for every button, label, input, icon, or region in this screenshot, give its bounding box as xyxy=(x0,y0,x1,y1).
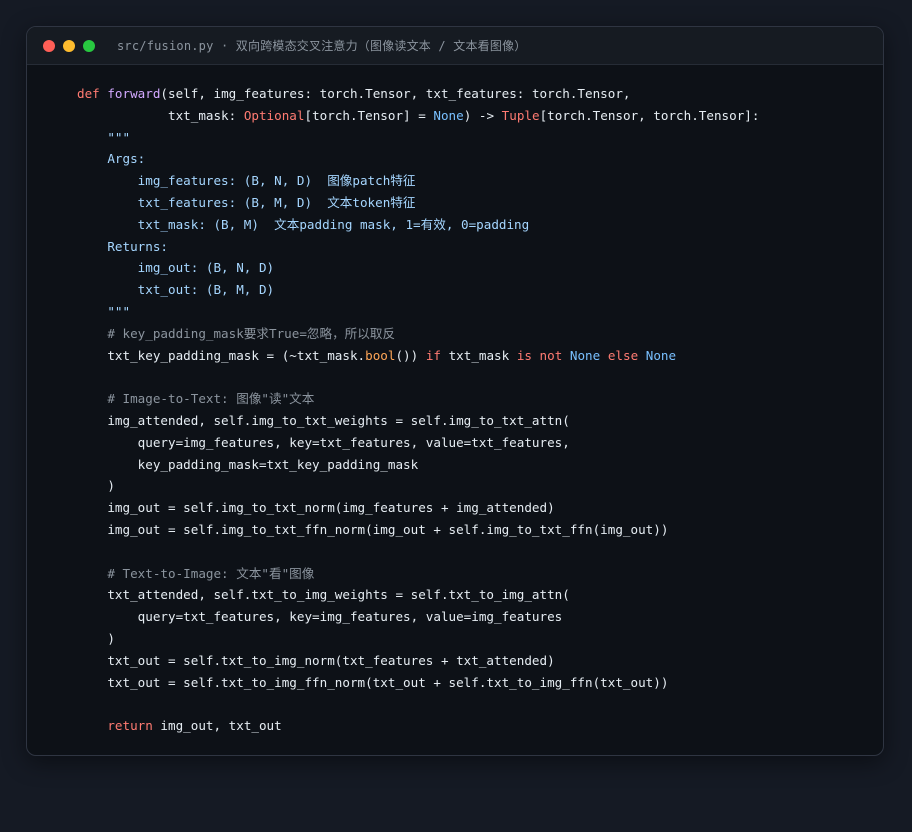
code-window: src/fusion.py · 双向跨模态交叉注意力（图像读文本 / 文本看图像… xyxy=(26,26,884,756)
minimize-button[interactable] xyxy=(63,39,75,52)
code-line: txt_out = self.txt_to_img_norm(txt_featu… xyxy=(77,650,759,672)
code-token: def xyxy=(77,86,108,101)
code-line: ) xyxy=(77,628,759,650)
code-line: query=img_features, key=txt_features, va… xyxy=(77,432,759,454)
code-token: [torch.Tensor, torch.Tensor]: xyxy=(539,107,760,123)
code-line: img_features: (B, N, D) 图像patch特征 xyxy=(77,170,759,192)
code-line: query=txt_features, key=img_features, va… xyxy=(77,606,759,628)
code-token: Returns: xyxy=(77,238,168,254)
code-token: img_attended, self.img_to_txt_weights = … xyxy=(77,412,570,428)
code-line: # Image-to-Text: 图像"读"文本 xyxy=(77,388,759,410)
code-line: key_padding_mask=txt_key_padding_mask xyxy=(77,454,759,476)
code-token: txt_out = self.txt_to_img_ffn_norm(txt_o… xyxy=(77,674,669,690)
code-token: # Image-to-Text: 图像"读"文本 xyxy=(77,391,315,407)
window-title: src/fusion.py · 双向跨模态交叉注意力（图像读文本 / 文本看图像… xyxy=(117,39,527,53)
code-line: # key_padding_mask要求True=忽略，所以取反 xyxy=(77,323,759,345)
code-token: txt_out = self.txt_to_img_norm(txt_featu… xyxy=(77,652,555,668)
code-token: # Text-to-Image: 文本"看"图像 xyxy=(77,565,315,581)
code-token: img_out = self.img_to_txt_ffn_norm(img_o… xyxy=(77,521,669,537)
code-token: txt_attended, self.txt_to_img_weights = … xyxy=(77,587,570,603)
code-line: """ xyxy=(77,301,759,323)
code-token: query=txt_features, key=img_features, va… xyxy=(77,609,563,625)
code-token: Args: xyxy=(77,151,146,167)
code-line: """ xyxy=(77,127,759,149)
close-button[interactable] xyxy=(43,39,55,52)
code-token: """ xyxy=(77,303,131,319)
code-line: Returns: xyxy=(77,236,759,258)
code-block: def forward(self, img_features: torch.Te… xyxy=(77,83,759,737)
code-line: return img_out, txt_out xyxy=(77,715,759,737)
code-token: txt_mask xyxy=(440,347,517,363)
code-line: def forward(self, img_features: torch.Te… xyxy=(77,83,759,105)
code-token: img_out: (B, N, D) xyxy=(77,260,275,276)
code-line: txt_mask: (B, M) 文本padding mask, 1=有效, 0… xyxy=(77,214,759,236)
code-token: ) xyxy=(77,630,115,646)
code-token: ) xyxy=(77,478,115,494)
code-token: Tuple xyxy=(501,107,540,123)
code-token: else xyxy=(600,347,646,363)
code-line: txt_out = self.txt_to_img_ffn_norm(txt_o… xyxy=(77,672,759,694)
code-line: ) xyxy=(77,475,759,497)
code-token: forward xyxy=(107,86,161,101)
code-token: ()) xyxy=(395,347,426,363)
code-token: txt_out: (B, M, D) xyxy=(77,282,275,298)
code-token: None xyxy=(645,347,677,363)
code-line: img_out = self.img_to_txt_ffn_norm(img_o… xyxy=(77,519,759,541)
code-token: if xyxy=(425,347,441,363)
code-line: txt_key_padding_mask = (~txt_mask.bool()… xyxy=(77,345,759,367)
code-token: ) -> xyxy=(463,107,502,123)
code-token: query=img_features, key=txt_features, va… xyxy=(77,434,570,450)
code-token: img_out, txt_out xyxy=(152,718,282,734)
maximize-button[interactable] xyxy=(83,39,95,52)
code-token: img_features: (B, N, D) 图像patch特征 xyxy=(77,173,416,189)
code-token: [torch.Tensor] = xyxy=(304,107,434,123)
code-token: txt_features: (B, M, D) 文本token特征 xyxy=(77,194,416,210)
window-titlebar: src/fusion.py · 双向跨模态交叉注意力（图像读文本 / 文本看图像… xyxy=(27,27,883,65)
code-line: img_out: (B, N, D) xyxy=(77,257,759,279)
code-token: bool xyxy=(365,347,396,363)
code-token: """ xyxy=(77,129,131,145)
code-token: (self, img_features: torch.Tensor, txt_f… xyxy=(160,86,631,101)
code-token: txt_mask: (B, M) 文本padding mask, 1=有效, 0… xyxy=(77,216,530,232)
code-token: None xyxy=(433,107,464,123)
code-line: txt_features: (B, M, D) 文本token特征 xyxy=(77,192,759,214)
code-token: # key_padding_mask要求True=忽略，所以取反 xyxy=(77,325,396,341)
code-line: img_attended, self.img_to_txt_weights = … xyxy=(77,410,759,432)
code-line: txt_attended, self.txt_to_img_weights = … xyxy=(77,584,759,606)
code-token: txt_mask: xyxy=(77,107,244,123)
code-token: key_padding_mask=txt_key_padding_mask xyxy=(77,456,419,472)
code-line: Args: xyxy=(77,148,759,170)
code-token: None xyxy=(569,347,601,363)
code-token: img_out = self.img_to_txt_norm(img_featu… xyxy=(77,500,555,516)
code-line: txt_out: (B, M, D) xyxy=(77,279,759,301)
code-token: is not xyxy=(516,347,570,363)
code-token: Optional xyxy=(243,107,305,123)
code-line: txt_mask: Optional[torch.Tensor] = None)… xyxy=(77,105,759,127)
code-token: return xyxy=(77,718,153,734)
code-line: img_out = self.img_to_txt_norm(img_featu… xyxy=(77,497,759,519)
code-token: txt_key_padding_mask = (~txt_mask. xyxy=(77,347,366,363)
code-line: # Text-to-Image: 文本"看"图像 xyxy=(77,563,759,585)
